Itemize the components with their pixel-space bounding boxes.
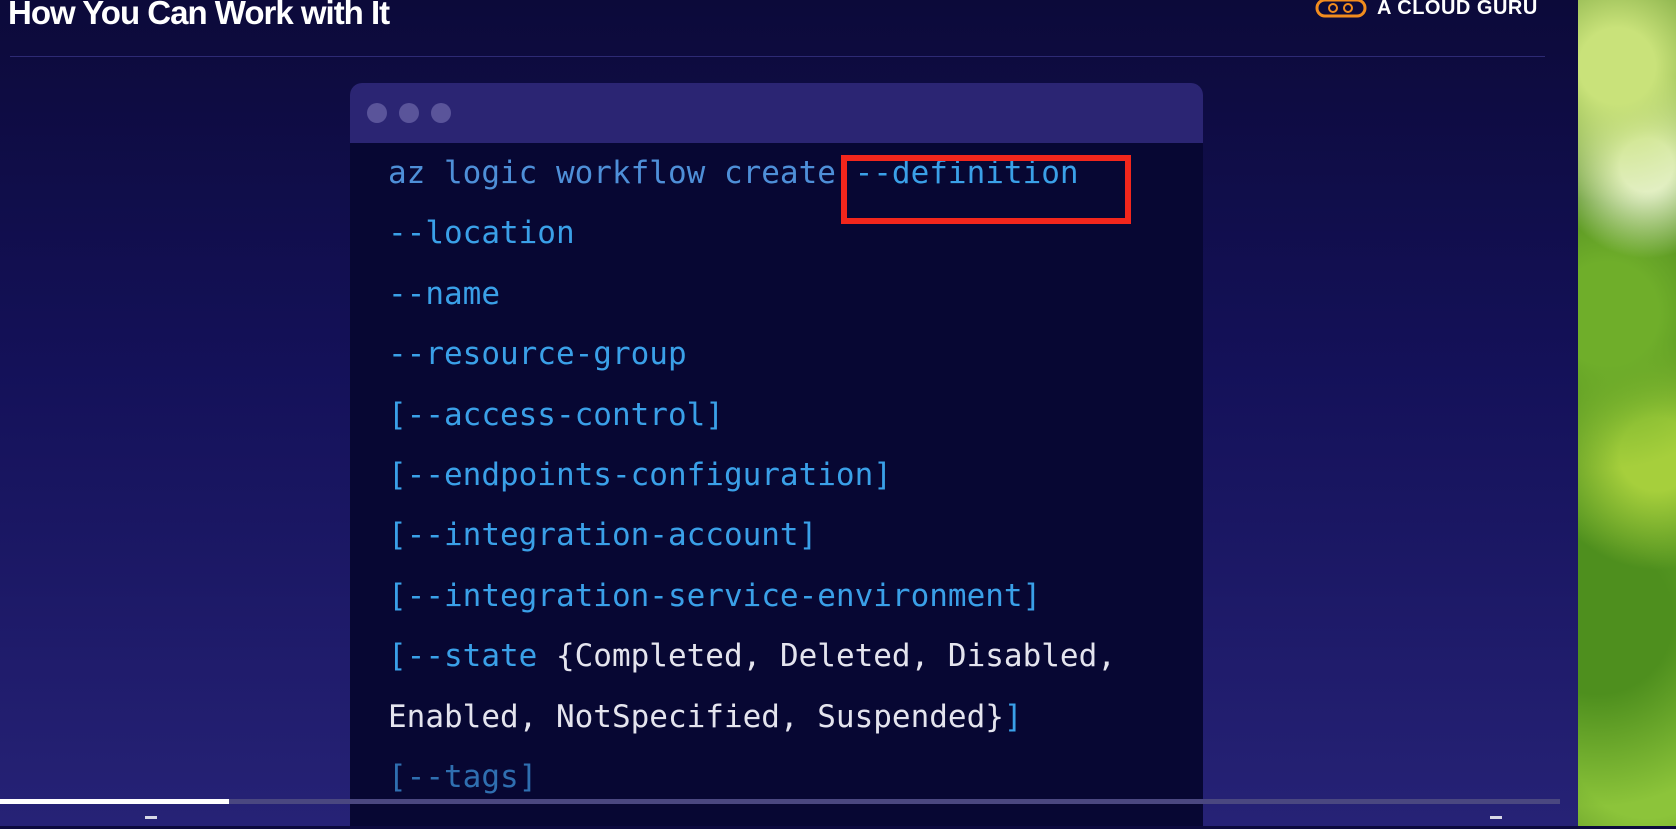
video-progress-bar[interactable] bbox=[0, 799, 1560, 804]
cloud-logo-icon bbox=[1315, 0, 1367, 18]
progress-fill bbox=[0, 799, 230, 804]
brand: A CLOUD GURU bbox=[1315, 0, 1538, 20]
state-values: {Completed, Deleted, Disabled, bbox=[555, 638, 1116, 675]
code-line: [--integration-service-environment] bbox=[388, 577, 1042, 614]
window-dot-icon bbox=[399, 103, 419, 123]
brand-name: A CLOUD GURU bbox=[1377, 0, 1538, 19]
code-line: [--integration-account] bbox=[388, 517, 818, 554]
header-divider bbox=[10, 56, 1545, 57]
volume-icon[interactable] bbox=[145, 816, 157, 829]
code-line: [--endpoints-configuration] bbox=[388, 456, 892, 493]
closing-bracket: ] bbox=[1003, 698, 1023, 735]
code-line: [--state {Completed, Deleted, Disabled, bbox=[388, 626, 1203, 686]
window-dot-icon bbox=[367, 103, 387, 123]
code-line: [--access-control] bbox=[388, 396, 724, 433]
window-dot-icon bbox=[431, 103, 451, 123]
code-block: az logic workflow create --definition --… bbox=[350, 143, 1203, 807]
fullscreen-icon[interactable] bbox=[1490, 816, 1502, 829]
presentation-slide: How You Can Work with It A CLOUD GURU az… bbox=[0, 0, 1578, 826]
background-foliage-image bbox=[1578, 0, 1676, 826]
code-line: --name bbox=[388, 275, 500, 312]
code-line: Enabled, NotSpecified, Suspended}] bbox=[388, 687, 1203, 747]
state-flag: [--state bbox=[388, 638, 556, 675]
window-title-bar bbox=[350, 83, 1203, 143]
highlight-box bbox=[841, 155, 1131, 224]
command-text: az logic workflow create bbox=[388, 155, 855, 191]
state-values: Enabled, NotSpecified, Suspended} bbox=[388, 698, 1004, 735]
code-line: --resource-group bbox=[388, 336, 687, 373]
slide-title: How You Can Work with It bbox=[8, 0, 390, 31]
